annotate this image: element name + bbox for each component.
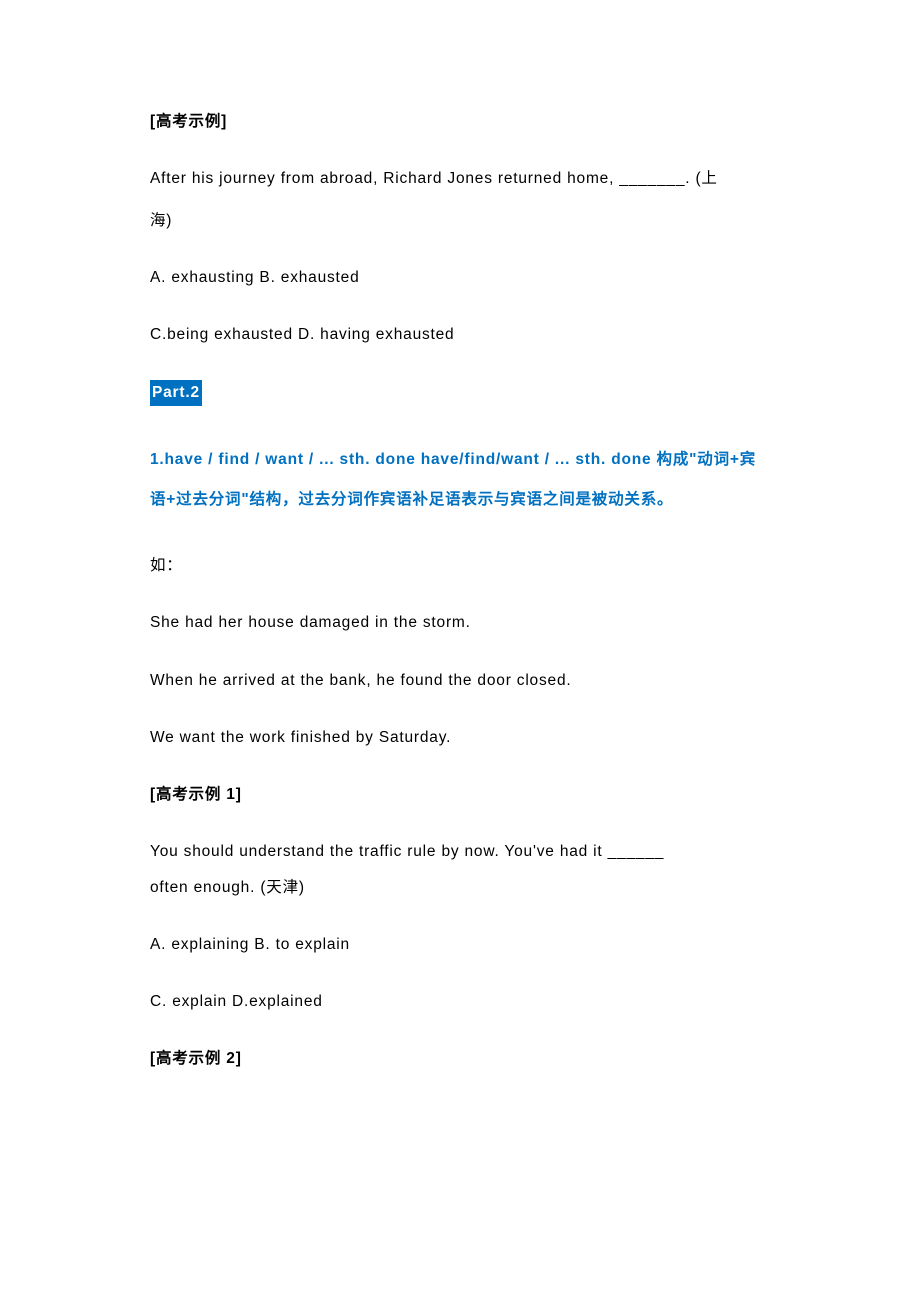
question-text-line: You should understand the traffic rule b… — [150, 840, 770, 863]
answer-options-row: C.being exhausted D. having exhausted — [150, 323, 770, 346]
example-sentence: We want the work finished by Saturday. — [150, 726, 770, 749]
part-label-badge: Part.2 — [150, 380, 202, 405]
example-sentence: When he arrived at the bank, he found th… — [150, 669, 770, 692]
answer-options-row: C. explain D.explained — [150, 990, 770, 1013]
example-intro-label: 如： — [150, 554, 770, 577]
question-text-line: After his journey from abroad, Richard J… — [150, 167, 770, 190]
answer-options-row: A. exhausting B. exhausted — [150, 266, 770, 289]
part-section-label: Part.2 — [150, 380, 770, 405]
question-text-line: often enough. (天津) — [150, 876, 770, 899]
exam-example-heading: [高考示例 2] — [150, 1047, 770, 1070]
exam-example-heading: [高考示例] — [150, 110, 770, 133]
grammar-rule-heading: 1.have / find / want / ... sth. done hav… — [150, 440, 770, 521]
example-sentence: She had her house damaged in the storm. — [150, 611, 770, 634]
document-page: [高考示例] After his journey from abroad, Ri… — [0, 0, 920, 1151]
question-text-line: 海) — [150, 209, 770, 232]
exam-example-heading: [高考示例 1] — [150, 783, 770, 806]
answer-options-row: A. explaining B. to explain — [150, 933, 770, 956]
